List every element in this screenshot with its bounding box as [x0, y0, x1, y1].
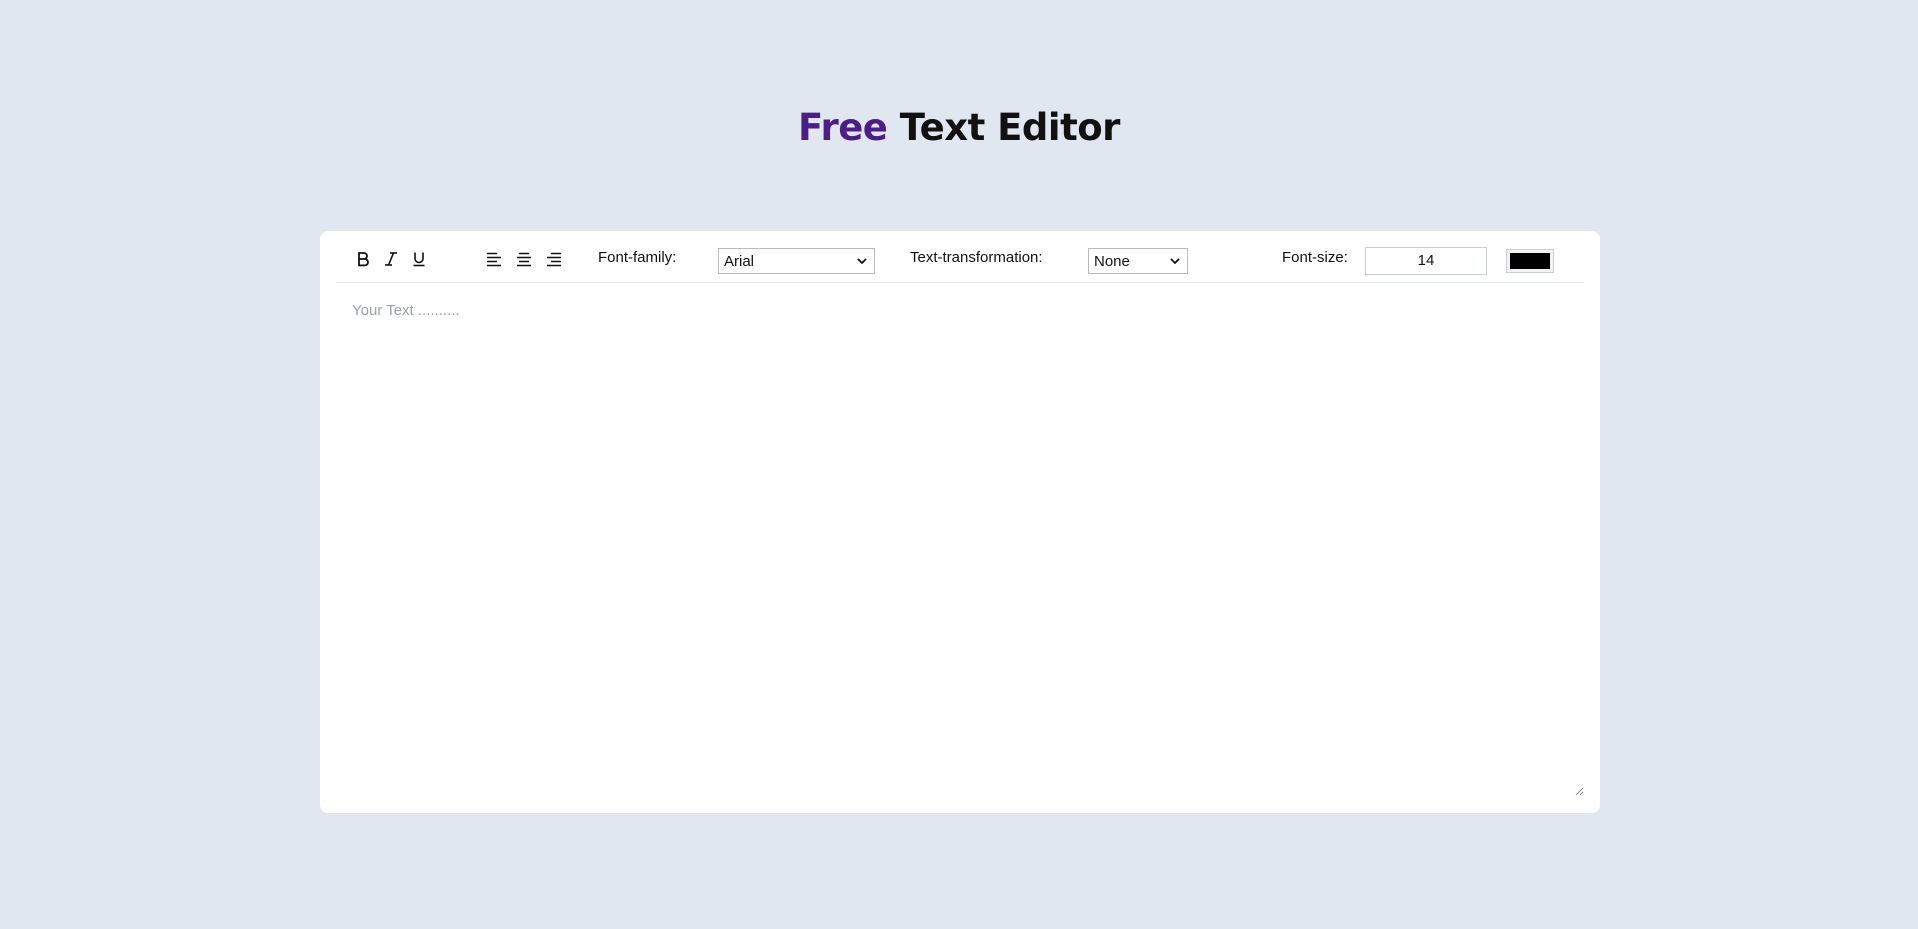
text-transformation-label: Text-transformation: [910, 249, 1043, 266]
page-title-rest: Text Editor [899, 106, 1121, 149]
chevron-down-icon [1167, 253, 1183, 269]
page-title-accent: Free [798, 106, 888, 149]
italic-button[interactable] [379, 247, 403, 271]
align-right-button[interactable] [542, 247, 566, 271]
underline-button[interactable] [407, 247, 431, 271]
editor-toolbar: Font-family: Arial Text-transformation: … [336, 231, 1584, 283]
chevron-down-icon [854, 253, 870, 269]
text-transformation-value: None [1094, 252, 1130, 270]
align-center-button[interactable] [512, 247, 536, 271]
font-size-input[interactable]: 14 [1365, 247, 1487, 275]
align-right-icon [546, 251, 562, 267]
align-left-button[interactable] [482, 247, 506, 271]
align-center-icon [516, 251, 532, 267]
font-family-select[interactable]: Arial [718, 248, 875, 274]
font-family-value: Arial [724, 252, 755, 270]
editor-placeholder: Your Text .......... [352, 302, 460, 319]
text-color-swatch [1510, 253, 1550, 269]
resize-handle-icon[interactable] [1574, 781, 1584, 796]
editor-textarea[interactable]: Your Text .......... [336, 284, 1584, 794]
text-color-picker[interactable] [1506, 249, 1554, 273]
bold-icon [356, 251, 370, 267]
font-family-label: Font-family: [598, 249, 677, 266]
editor-card: Font-family: Arial Text-transformation: … [320, 231, 1600, 813]
align-left-icon [486, 251, 502, 267]
page-title: Free Text Editor [0, 106, 1918, 149]
bold-button[interactable] [351, 247, 375, 271]
font-size-label: Font-size: [1282, 249, 1348, 266]
text-transformation-select[interactable]: None [1088, 248, 1188, 274]
italic-icon [384, 251, 398, 267]
underline-icon [412, 251, 426, 267]
